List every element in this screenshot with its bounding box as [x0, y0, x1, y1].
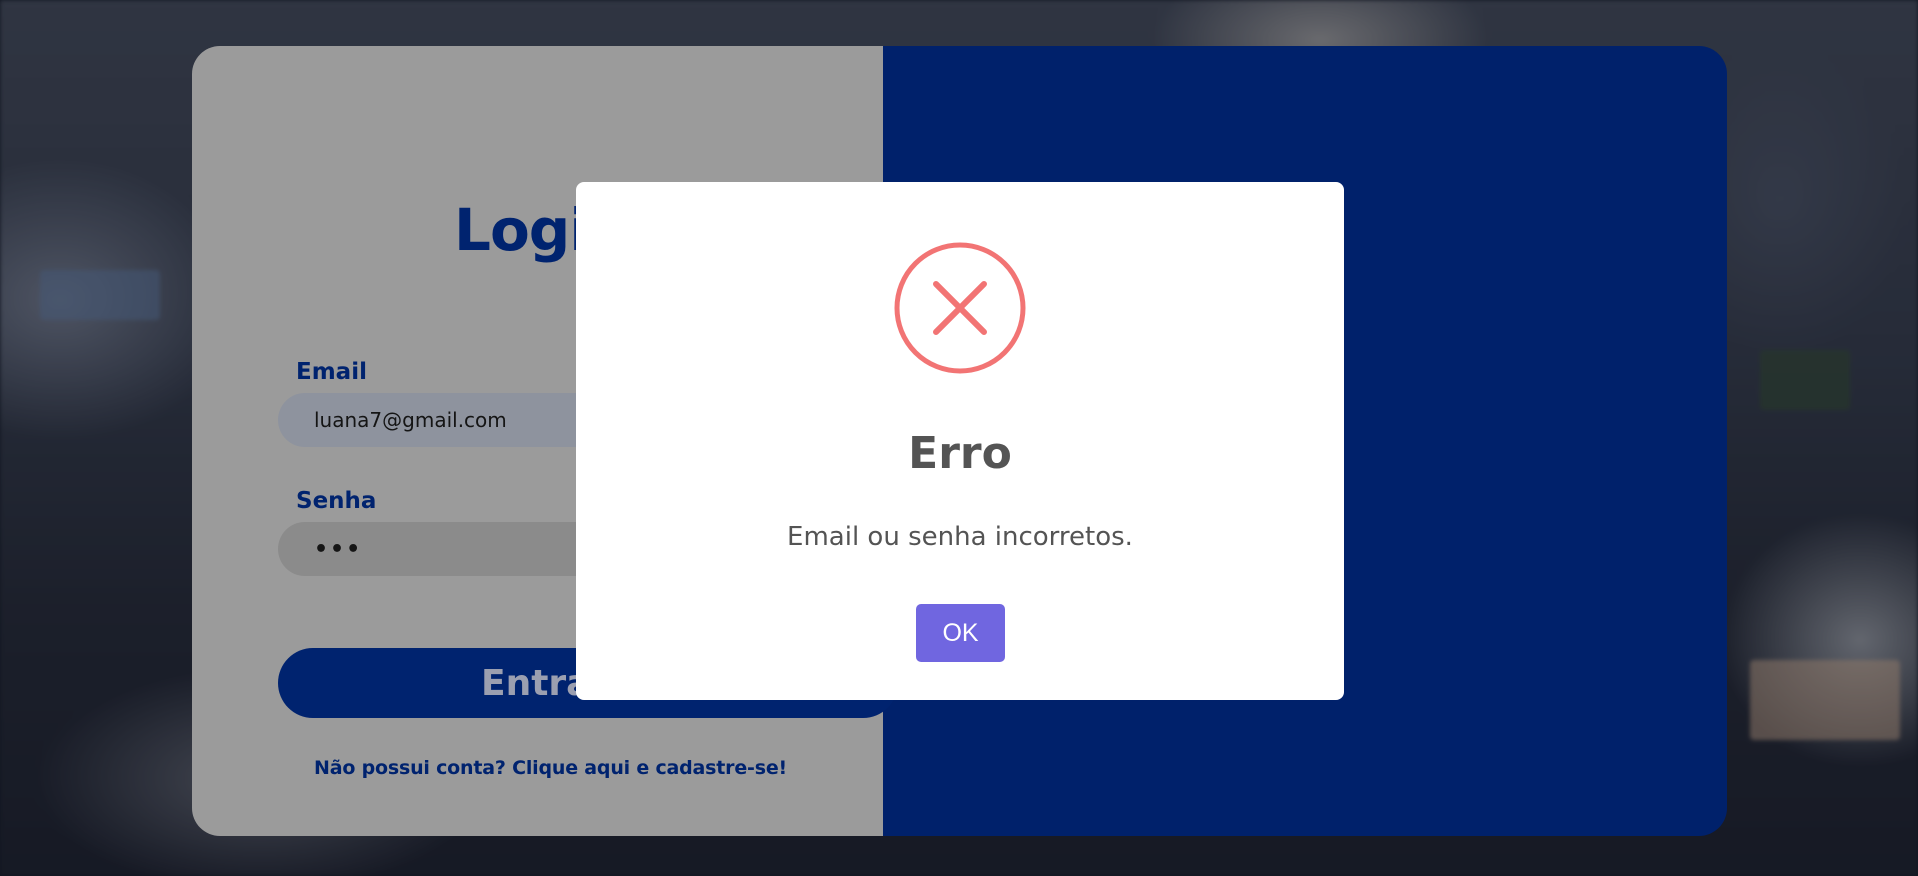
ok-button[interactable]: OK: [916, 604, 1005, 662]
dialog-title: Erro: [908, 428, 1012, 479]
email-label: Email: [296, 359, 367, 385]
password-value: •••: [314, 536, 363, 562]
signup-link[interactable]: Não possui conta? Clique aqui e cadastre…: [314, 757, 787, 779]
error-x-icon: [894, 242, 1026, 374]
error-dialog: Erro Email ou senha incorretos. OK: [576, 182, 1344, 700]
dialog-message: Email ou senha incorretos.: [787, 522, 1133, 552]
password-label: Senha: [296, 488, 377, 514]
email-value: luana7@gmail.com: [314, 408, 507, 432]
